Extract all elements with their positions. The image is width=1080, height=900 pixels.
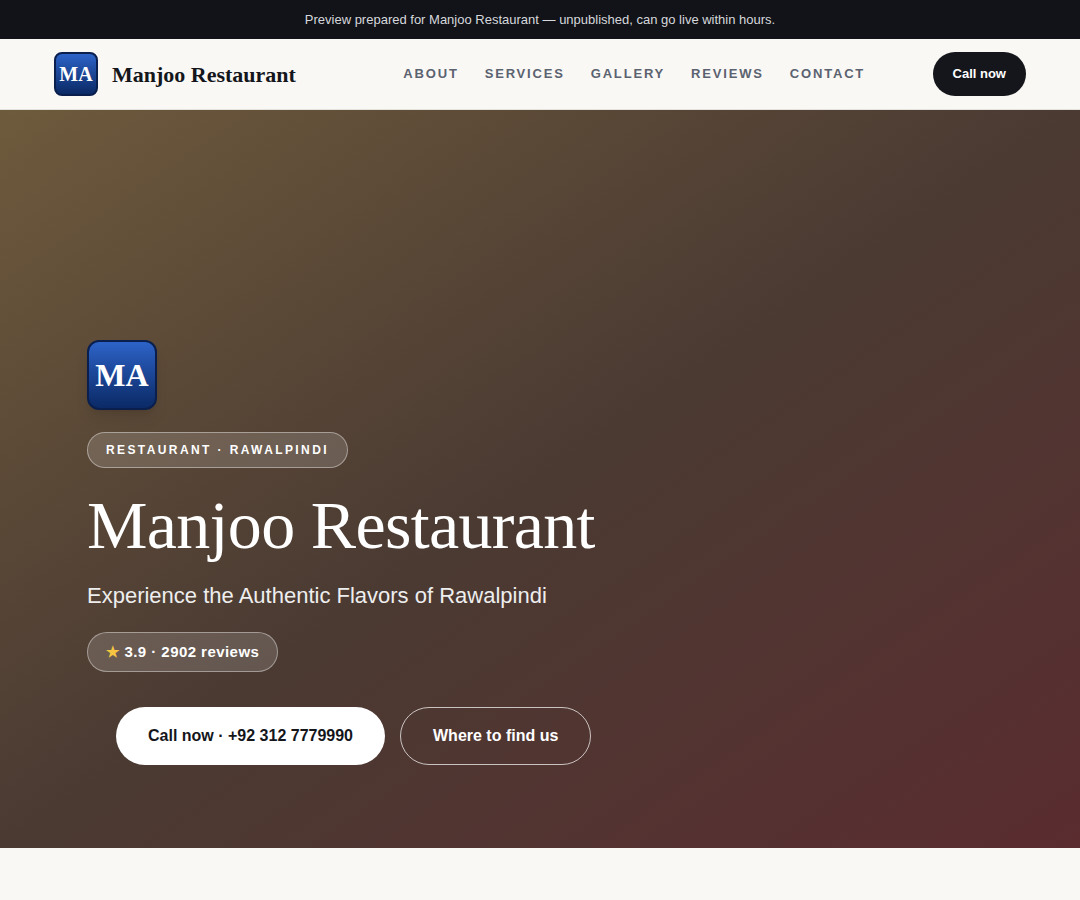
brand[interactable]: MA Manjoo Restaurant	[54, 52, 296, 96]
site-header: MA Manjoo Restaurant ABOUT SERVICES GALLERY R…	[0, 39, 1080, 110]
nav-link[interactable]: REVIEWS	[691, 64, 764, 84]
hero-subtitle: Experience the Authentic Flavors of Rawa…	[87, 579, 547, 612]
call-button[interactable]: Call now	[933, 52, 1026, 96]
main-nav: ABOUT SERVICES GALLERY REVIEWS CONTACT	[403, 64, 865, 84]
category-badge: RESTAURANT · RAWALPINDI	[87, 432, 348, 468]
star-icon: ★	[106, 641, 119, 664]
hero: MA RESTAURANT · RAWALPINDI Manjoo Restaura…	[0, 110, 1080, 848]
call-now-button[interactable]: Call now · +92 312 7779990	[116, 707, 385, 765]
hero-actions: Call now · +92 312 7779990 Where to find …	[116, 707, 591, 765]
logo: MA	[87, 340, 157, 410]
nav-link[interactable]: GALLERY	[591, 64, 665, 84]
brand-name: Manjoo Restaurant	[112, 58, 296, 91]
directions-button[interactable]: Where to find us	[400, 707, 591, 765]
page: Preview prepared for Manjoo Restaurant —…	[0, 0, 1080, 900]
rating-pill: ★3.9 · 2902 reviews	[87, 632, 278, 672]
preview-banner: Preview prepared for Manjoo Restaurant —…	[0, 0, 1080, 39]
hero-title: Manjoo Restaurant	[87, 488, 595, 563]
nav-link[interactable]: ABOUT	[403, 64, 458, 84]
logo: MA	[54, 52, 98, 96]
nav-link[interactable]: CONTACT	[790, 64, 865, 84]
nav-link[interactable]: SERVICES	[485, 64, 565, 84]
